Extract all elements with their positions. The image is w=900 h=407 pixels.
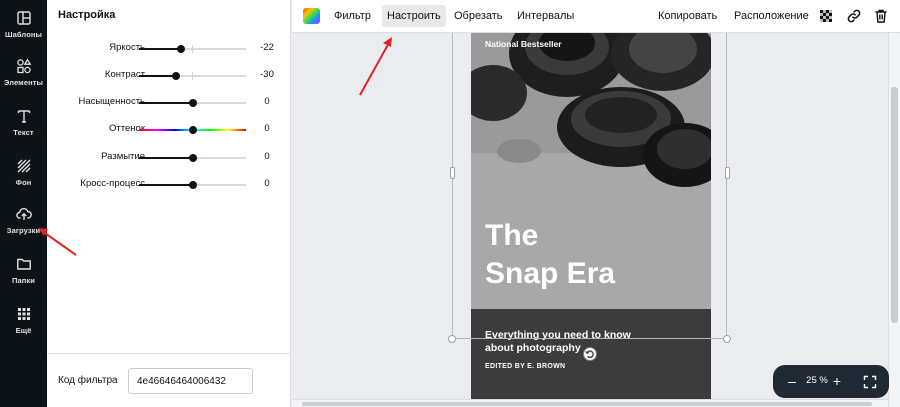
rail-item-text[interactable]: Текст [0,100,47,144]
resize-handle-left[interactable] [450,167,455,179]
panel-title: Настройка [58,9,116,21]
cover-editor-credit[interactable]: EDITED BY E. BROWN [485,363,565,370]
blur-slider-thumb[interactable] [188,154,197,162]
brightness-slider-thumb[interactable] [176,45,185,53]
folder-icon [16,258,31,270]
zoom-in-button[interactable]: + [829,372,845,390]
rail-label-templates: Шаблоны [4,29,43,39]
adjust-row-brightness: Яркость -22 [47,41,291,57]
arrange-button[interactable]: Расположение [729,5,814,27]
link-icon[interactable] [846,8,862,24]
adjust-row-blur: Размытие 0 [47,150,291,166]
rail-item-elements[interactable]: Элементы [0,50,47,94]
rail-item-uploads[interactable]: Загрузки [0,198,47,242]
adjust-button[interactable]: Настроить [382,5,446,27]
blur-value[interactable]: 0 [253,151,281,162]
saturation-slider-thumb[interactable] [188,99,197,107]
adjust-panel: Настройка Яркость -22 Контраст -30 Насыщ… [47,0,291,407]
rotate-handle[interactable] [583,347,597,361]
rail-label-folders: Папки [12,275,35,285]
cross-process-slider[interactable] [139,181,246,189]
resize-handle-right[interactable] [725,167,730,179]
hue-value[interactable]: 0 [253,123,281,134]
rail-label-background: Фон [15,177,32,187]
design-canvas[interactable]: National Bestseller The Snap Era Everyth… [292,33,888,399]
trash-icon[interactable] [873,8,889,24]
selection-frame [452,33,727,339]
color-picker-swatch[interactable] [303,8,320,24]
contrast-value[interactable]: -30 [253,69,281,80]
cross-process-label: Кросс-процесс [80,178,145,189]
text-icon [17,109,30,123]
saturation-slider[interactable] [139,99,246,107]
rail-label-more: Ещё [15,325,32,335]
hue-slider[interactable] [139,126,246,134]
background-icon [17,159,30,172]
brightness-slider[interactable] [139,45,246,53]
adjust-row-hue: Оттенок 0 [47,122,291,138]
panel-footer-divider [47,353,291,354]
filter-button[interactable]: Фильтр [329,5,376,27]
hue-slider-thumb[interactable] [188,126,197,134]
vertical-scrollbar[interactable] [888,33,900,407]
cross-process-value[interactable]: 0 [253,178,281,189]
transparency-icon[interactable] [818,8,834,24]
brightness-value[interactable]: -22 [253,42,281,53]
resize-handle-bottom-right[interactable] [723,335,731,343]
adjust-row-saturation: Насыщенность 0 [47,95,291,111]
filter-code-input[interactable] [128,368,253,394]
rail-item-templates[interactable]: Шаблоны [0,2,47,46]
spacing-button[interactable]: Интервалы [512,5,579,27]
resize-handle-bottom-left[interactable] [448,335,456,343]
saturation-label: Насыщенность [78,96,145,107]
left-rail: Шаблоны Элементы Текст Фон Загрузки Папк… [0,0,47,407]
top-toolbar: Фильтр Настроить Обрезать Интервалы Копи… [292,0,900,33]
rail-item-folders[interactable]: Папки [0,248,47,292]
copy-button[interactable]: Копировать [653,5,722,27]
vertical-scrollbar-thumb[interactable] [891,87,898,323]
rail-label-text: Текст [13,127,34,137]
cross-process-slider-thumb[interactable] [188,181,197,189]
rail-item-background[interactable]: Фон [0,150,47,194]
contrast-slider[interactable] [139,72,246,80]
adjust-row-cross-process: Кросс-процесс 0 [47,177,291,193]
horizontal-scrollbar[interactable] [292,399,888,407]
elements-icon [16,58,31,73]
rail-label-uploads: Загрузки [6,225,41,235]
adjust-row-contrast: Контраст -30 [47,68,291,84]
fullscreen-icon[interactable] [862,373,878,391]
crop-button[interactable]: Обрезать [449,5,508,27]
templates-icon [16,10,31,25]
horizontal-scrollbar-thumb[interactable] [302,402,872,406]
contrast-slider-thumb[interactable] [172,72,181,80]
rotate-icon [585,350,594,359]
more-grid-icon [17,307,30,320]
filter-code-label: Код фильтра [58,375,118,386]
blur-slider[interactable] [139,154,246,162]
upload-cloud-icon [15,207,32,220]
zoom-out-button[interactable]: – [784,372,800,390]
zoom-control: – 25 % + [773,365,889,398]
rail-item-more[interactable]: Ещё [0,298,47,342]
rail-label-elements: Элементы [3,77,43,87]
saturation-value[interactable]: 0 [253,96,281,107]
